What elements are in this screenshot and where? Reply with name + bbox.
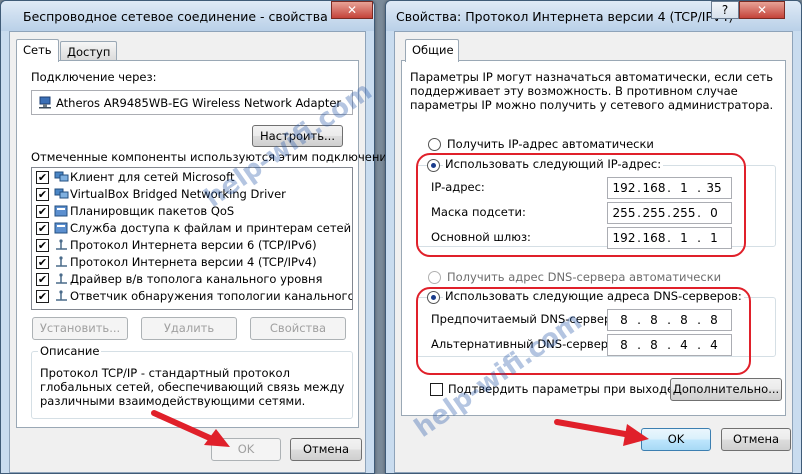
component-checkbox[interactable]: ✔: [36, 273, 49, 286]
window1-title: Беспроводное сетевое соединение - свойст…: [23, 9, 328, 24]
component-checkbox[interactable]: ✔: [36, 222, 49, 235]
highlight-ip-settings: [416, 153, 746, 257]
window2-close-button[interactable]: ✕: [739, 1, 785, 19]
radio-auto-dns[interactable]: [428, 271, 441, 284]
network-adapter-icon: [38, 95, 52, 109]
component-label: Протокол Интернета версии 6 (TCP/IPv6): [70, 238, 317, 252]
list-item[interactable]: ✔ Служба доступа к файлам и принтерам се…: [32, 220, 352, 237]
component-checkbox[interactable]: ✔: [36, 290, 49, 303]
adapter-name: Atheros AR9485WB-EG Wireless Network Ada…: [56, 96, 342, 110]
protocol-icon: [54, 255, 69, 269]
help-icon: ?: [721, 3, 729, 17]
list-item[interactable]: ✔ Драйвер в/в тополога канального уровня: [32, 271, 352, 288]
list-item[interactable]: ✔ VirtualBox Bridged Networking Driver: [32, 186, 352, 203]
adapter-field: Atheros AR9485WB-EG Wireless Network Ada…: [31, 90, 353, 115]
close-icon: ✕: [756, 3, 768, 17]
component-label: Драйвер в/в тополога канального уровня: [70, 272, 323, 286]
red-arrow-icon: [151, 410, 230, 447]
component-checkbox[interactable]: ✔: [36, 205, 49, 218]
properties-button[interactable]: Свойства: [250, 317, 346, 340]
close-icon: ✕: [346, 3, 358, 17]
component-checkbox[interactable]: ✔: [36, 171, 49, 184]
window2-title: Свойства: Протокол Интернета версии 4 (T…: [396, 9, 734, 24]
component-label: Ответчик обнаружения топологии канальног…: [70, 289, 353, 303]
component-label: Протокол Интернета версии 4 (TCP/IPv4): [70, 255, 317, 269]
protocol-icon: [54, 272, 69, 286]
network-driver-icon: [54, 187, 69, 201]
tab-network[interactable]: Сеть: [16, 39, 59, 62]
cancel-button[interactable]: Отмена: [290, 438, 362, 461]
list-item[interactable]: ✔ Протокол Интернета версии 4 (TCP/IPv4): [32, 254, 352, 271]
remove-button[interactable]: Удалить: [141, 317, 237, 340]
list-item[interactable]: ✔ Протокол Интернета версии 6 (TCP/IPv6): [32, 237, 352, 254]
component-label: Планировщик пакетов QoS: [70, 204, 235, 218]
info-text: Параметры IP могут назначаться автоматич…: [410, 70, 774, 112]
install-button[interactable]: Установить...: [32, 317, 128, 340]
help-button[interactable]: ?: [711, 1, 739, 19]
red-arrow-icon: [554, 419, 649, 446]
components-label: Отмеченные компоненты используются этим …: [31, 150, 407, 164]
tab-sharing[interactable]: Доступ: [60, 41, 118, 61]
component-label: Служба доступа к файлам и принтерам сете…: [70, 221, 352, 235]
description-text: Протокол TCP/IP - стандартный протокол г…: [40, 366, 345, 408]
list-item[interactable]: ✔ Ответчик обнаружения топологии канальн…: [32, 288, 352, 305]
description-label: Описание: [38, 344, 102, 358]
component-checkbox[interactable]: ✔: [36, 256, 49, 269]
qos-icon: [54, 204, 69, 218]
window2-titlebar[interactable]: Свойства: Протокол Интернета версии 4 (T…: [386, 1, 801, 31]
cancel-button[interactable]: Отмена: [721, 428, 791, 451]
component-checkbox[interactable]: ✔: [36, 239, 49, 252]
network-connection-properties-window: Беспроводное сетевое соединение - свойст…: [0, 0, 406, 474]
components-list[interactable]: ✔ Клиент для сетей Microsoft ✔ VirtualBo…: [31, 167, 353, 310]
connect-via-label: Подключение через:: [31, 70, 157, 84]
protocol-icon: [54, 238, 69, 252]
advanced-button[interactable]: Дополнительно...: [670, 378, 782, 401]
file-sharing-icon: [54, 221, 69, 235]
list-item[interactable]: ✔ Клиент для сетей Microsoft: [32, 169, 352, 186]
component-label: VirtualBox Bridged Networking Driver: [70, 187, 286, 201]
radio-auto-dns-label: Получить адрес DNS-сервера автоматически: [447, 270, 722, 284]
component-checkbox[interactable]: ✔: [36, 188, 49, 201]
window1-titlebar[interactable]: Беспроводное сетевое соединение - свойст…: [1, 1, 374, 31]
protocol-icon: [54, 289, 69, 303]
network-client-icon: [54, 170, 69, 184]
list-item[interactable]: ✔ Планировщик пакетов QoS: [32, 203, 352, 220]
window1-close-button[interactable]: ✕: [331, 1, 373, 19]
radio-auto-ip[interactable]: [428, 138, 441, 151]
radio-auto-ip-label: Получить IP-адрес автоматически: [447, 137, 654, 151]
tab-general[interactable]: Общие: [405, 39, 459, 62]
validate-checkbox[interactable]: [430, 383, 443, 396]
